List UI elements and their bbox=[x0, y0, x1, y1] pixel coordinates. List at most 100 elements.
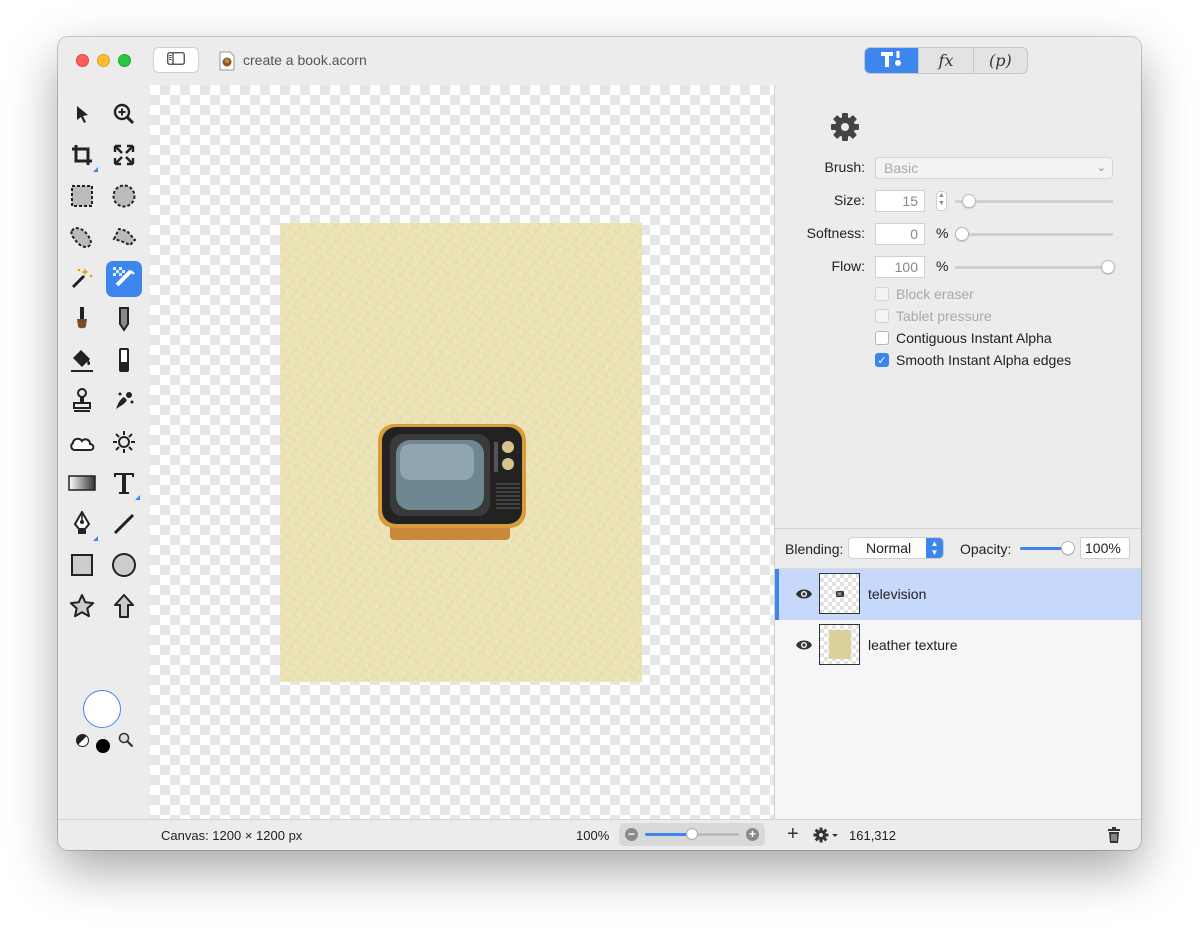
background-color-well[interactable] bbox=[96, 739, 110, 753]
line-tool[interactable] bbox=[106, 507, 142, 543]
text-tool-icon bbox=[113, 471, 135, 498]
zoom-button[interactable] bbox=[118, 54, 131, 67]
leather-texture-layer[interactable] bbox=[280, 223, 642, 682]
opacity-label: Opacity: bbox=[960, 541, 1012, 557]
eraser-tool-icon bbox=[117, 347, 131, 376]
checkmark-icon: ✓ bbox=[875, 353, 889, 367]
gradient-tool[interactable] bbox=[64, 466, 100, 502]
polygon-lasso-tool[interactable] bbox=[106, 220, 142, 256]
paint-bucket-tool[interactable] bbox=[64, 343, 100, 379]
flow-slider-knob[interactable] bbox=[1101, 260, 1115, 274]
oval-tool[interactable] bbox=[106, 548, 142, 584]
close-button[interactable] bbox=[76, 54, 89, 67]
checkbox-box bbox=[875, 309, 889, 323]
smooth-instant-alpha-edges-checkbox[interactable]: ✓ Smooth Instant Alpha edges bbox=[875, 352, 1071, 368]
magic-wand-tool[interactable] bbox=[64, 261, 100, 297]
blending-select[interactable]: Normal ▲ ▼ bbox=[848, 537, 944, 559]
minimize-button[interactable] bbox=[97, 54, 110, 67]
magic-wand-tool-icon bbox=[70, 266, 94, 293]
trash-icon[interactable] bbox=[1107, 827, 1121, 846]
pencil-tool-icon bbox=[114, 306, 134, 335]
pen-tool[interactable] bbox=[64, 507, 100, 543]
layers-status-bar: + 161,312 bbox=[775, 819, 1141, 850]
rect-select-tool[interactable] bbox=[64, 179, 100, 215]
zoom-in-icon[interactable]: + bbox=[746, 828, 759, 841]
opacity-field[interactable]: 100% bbox=[1080, 537, 1130, 559]
instant-alpha-tool[interactable] bbox=[106, 261, 142, 297]
tablet-pressure-checkbox[interactable]: Tablet pressure bbox=[875, 308, 992, 324]
foreground-color-well[interactable] bbox=[83, 690, 121, 728]
cloud-tool-icon bbox=[68, 432, 96, 455]
document-icon bbox=[219, 51, 235, 71]
flow-field[interactable]: 100 bbox=[875, 256, 925, 278]
swap-colors-icon[interactable] bbox=[76, 734, 89, 747]
flow-slider[interactable] bbox=[955, 260, 1115, 274]
zoom-slider[interactable] bbox=[645, 828, 739, 840]
transform-tool[interactable] bbox=[106, 138, 142, 174]
sun-tool-icon bbox=[112, 430, 136, 457]
layer-row-leather-texture[interactable]: leather texture bbox=[775, 620, 1141, 671]
crop-tool-icon bbox=[71, 144, 93, 169]
zoom-out-icon[interactable]: − bbox=[625, 828, 638, 841]
oval-shape-tool-icon bbox=[111, 552, 137, 581]
brush-select[interactable]: Basic ⌄ bbox=[875, 157, 1113, 179]
cloud-tool[interactable] bbox=[64, 425, 100, 461]
layer-actions-gear-icon[interactable] bbox=[813, 827, 839, 846]
star-tool[interactable] bbox=[64, 589, 100, 625]
settings-gear-icon[interactable] bbox=[829, 111, 861, 146]
ellipse-select-tool[interactable] bbox=[106, 179, 142, 215]
zoom-slider-knob[interactable] bbox=[686, 828, 698, 840]
eraser-tool[interactable] bbox=[106, 343, 142, 379]
tab-tool-options[interactable] bbox=[865, 48, 920, 73]
opacity-slider-knob[interactable] bbox=[1061, 541, 1075, 555]
size-field[interactable]: 15 bbox=[875, 190, 925, 212]
brush-tool[interactable] bbox=[64, 302, 100, 338]
clone-stamp-tool[interactable] bbox=[64, 384, 100, 420]
rectangle-tool[interactable] bbox=[64, 548, 100, 584]
size-slider-knob[interactable] bbox=[962, 194, 976, 208]
blending-value: Normal bbox=[866, 540, 912, 556]
opacity-slider[interactable] bbox=[1020, 541, 1075, 555]
polygon-lasso-tool-icon bbox=[111, 225, 137, 252]
smudge-tool[interactable] bbox=[106, 384, 142, 420]
crop-tool[interactable] bbox=[64, 138, 100, 174]
size-slider[interactable] bbox=[955, 194, 1113, 208]
television-image[interactable] bbox=[376, 422, 528, 542]
up-down-arrows-icon: ▲ ▼ bbox=[926, 538, 943, 558]
softness-slider[interactable] bbox=[955, 227, 1113, 241]
text-tool[interactable] bbox=[106, 466, 142, 502]
canvas-area[interactable] bbox=[150, 85, 775, 819]
arrow-shape-tool[interactable] bbox=[106, 589, 142, 625]
window-title: create a book.acorn bbox=[243, 52, 367, 68]
paint-bucket-tool-icon bbox=[70, 347, 94, 376]
tab-fx[interactable]: fx bbox=[919, 48, 974, 73]
sidebar-toggle-button[interactable] bbox=[153, 47, 199, 73]
brush-select-value: Basic bbox=[884, 160, 919, 176]
color-picker-magnifier-icon[interactable] bbox=[118, 732, 134, 748]
pencil-tool[interactable] bbox=[106, 302, 142, 338]
lasso-tool[interactable] bbox=[64, 220, 100, 256]
app-window: create a book.acorn fx (p) Canvas: 1200 … bbox=[58, 37, 1141, 850]
move-arrow-tool-icon bbox=[72, 104, 92, 127]
size-stepper[interactable]: ▲ ▼ bbox=[936, 191, 947, 211]
block-eraser-checkbox[interactable]: Block eraser bbox=[875, 286, 974, 302]
softness-slider-knob[interactable] bbox=[955, 227, 969, 241]
softness-label: Softness: bbox=[806, 225, 865, 241]
checkbox-label: Tablet pressure bbox=[896, 308, 992, 324]
layer-row-television[interactable]: television bbox=[775, 569, 1141, 620]
visibility-eye-icon[interactable] bbox=[795, 588, 813, 603]
sun-tool[interactable] bbox=[106, 425, 142, 461]
line-tool-icon bbox=[112, 512, 136, 539]
zoom-tool-icon bbox=[113, 103, 135, 128]
move-tool[interactable] bbox=[64, 97, 100, 133]
rectangle-shape-tool-icon bbox=[70, 553, 94, 580]
tab-p[interactable]: (p) bbox=[974, 48, 1027, 73]
chevron-down-icon: ⌄ bbox=[1096, 162, 1106, 174]
zoom-tool[interactable] bbox=[106, 97, 142, 133]
pixel-count-readout: 161,312 bbox=[849, 828, 896, 843]
visibility-eye-icon[interactable] bbox=[795, 639, 813, 654]
contiguous-instant-alpha-checkbox[interactable]: Contiguous Instant Alpha bbox=[875, 330, 1052, 346]
add-layer-button[interactable]: + bbox=[787, 823, 799, 846]
instant-alpha-tool-icon bbox=[111, 265, 137, 294]
softness-field[interactable]: 0 bbox=[875, 223, 925, 245]
